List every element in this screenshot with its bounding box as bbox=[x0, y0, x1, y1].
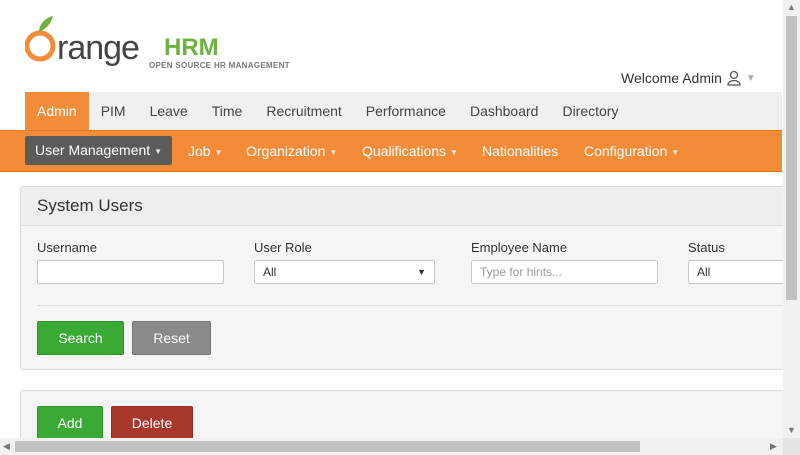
user-role-select[interactable]: All ▼ bbox=[254, 260, 435, 284]
main-nav-directory[interactable]: Directory bbox=[550, 92, 630, 130]
scroll-right-icon[interactable]: ▶ bbox=[770, 441, 777, 452]
sub-nav: User Management ▼ Job ▼ Organization ▼ Qual… bbox=[0, 130, 782, 172]
add-button[interactable]: Add bbox=[37, 406, 103, 440]
employee-name-placeholder: Type for hints... bbox=[480, 265, 563, 279]
horizontal-scroll-thumb[interactable] bbox=[15, 441, 640, 452]
sub-nav-qualifications[interactable]: Qualifications ▼ bbox=[362, 131, 458, 171]
username-input[interactable] bbox=[37, 260, 224, 284]
sub-nav-nationalities-label: Nationalities bbox=[482, 143, 559, 159]
username-label: Username bbox=[37, 240, 97, 255]
logo-brand-hrm: HRM bbox=[164, 34, 219, 61]
welcome-menu[interactable]: Welcome Admin ▼ bbox=[621, 70, 756, 86]
panel-title: System Users bbox=[21, 187, 791, 226]
chevron-down-icon: ▼ bbox=[154, 147, 163, 156]
reset-button[interactable]: Reset bbox=[132, 321, 211, 355]
divider bbox=[37, 305, 787, 306]
status-value: All bbox=[697, 265, 711, 279]
scroll-left-icon[interactable]: ◀ bbox=[3, 441, 10, 452]
user-role-value: All bbox=[263, 265, 277, 279]
logo-brand-main: range bbox=[57, 29, 140, 67]
main-nav-time[interactable]: Time bbox=[200, 92, 255, 130]
user-role-label: User Role bbox=[254, 240, 312, 255]
sub-nav-job-label: Job bbox=[188, 143, 211, 159]
sub-nav-nationalities[interactable]: Nationalities bbox=[482, 131, 558, 171]
sub-nav-user-management[interactable]: User Management ▼ bbox=[25, 136, 173, 165]
delete-button[interactable]: Delete bbox=[111, 406, 193, 440]
main-nav-admin[interactable]: Admin bbox=[25, 92, 89, 130]
chevron-down-icon: ▼ bbox=[745, 72, 756, 84]
system-users-search-panel: System Users Username User Role All ▼ Em… bbox=[20, 186, 792, 370]
scrollbar-corner bbox=[783, 438, 800, 455]
sub-nav-qualifications-label: Qualifications bbox=[362, 143, 447, 159]
employee-name-label: Employee Name bbox=[471, 240, 568, 255]
sub-nav-organization-label: Organization bbox=[246, 143, 326, 159]
sub-nav-organization[interactable]: Organization ▼ bbox=[246, 131, 337, 171]
chevron-down-icon: ▼ bbox=[214, 148, 223, 157]
sub-nav-configuration[interactable]: Configuration ▼ bbox=[584, 131, 679, 171]
user-icon bbox=[727, 70, 741, 86]
orangehrm-logo: range HRM OPEN SOURCE HR MANAGEMENT bbox=[24, 12, 315, 82]
main-nav: Admin PIM Leave Time Recruitment Perform… bbox=[25, 92, 782, 130]
main-nav-leave[interactable]: Leave bbox=[138, 92, 200, 130]
chevron-down-icon: ▼ bbox=[329, 148, 338, 157]
main-nav-dashboard[interactable]: Dashboard bbox=[458, 92, 551, 130]
search-button[interactable]: Search bbox=[37, 321, 124, 355]
sub-nav-user-management-label: User Management bbox=[35, 142, 151, 158]
logo-tagline: OPEN SOURCE HR MANAGEMENT bbox=[149, 61, 290, 70]
chevron-down-icon: ▼ bbox=[450, 148, 458, 157]
sub-nav-job[interactable]: Job ▼ bbox=[188, 131, 223, 171]
status-select[interactable]: All bbox=[688, 260, 788, 284]
vertical-scroll-thumb[interactable] bbox=[786, 16, 797, 300]
main-nav-performance[interactable]: Performance bbox=[354, 92, 458, 130]
employee-name-input[interactable]: Type for hints... bbox=[471, 260, 658, 284]
status-label: Status bbox=[688, 240, 725, 255]
scroll-up-icon[interactable]: ▲ bbox=[787, 2, 796, 12]
chevron-down-icon: ▼ bbox=[671, 148, 680, 157]
sub-nav-configuration-label: Configuration bbox=[584, 143, 668, 159]
main-nav-pim[interactable]: PIM bbox=[89, 92, 138, 130]
chevron-down-icon: ▼ bbox=[417, 267, 426, 277]
scroll-down-icon[interactable]: ▼ bbox=[787, 425, 796, 435]
main-nav-recruitment[interactable]: Recruitment bbox=[254, 92, 353, 130]
welcome-text: Welcome Admin bbox=[621, 70, 722, 86]
